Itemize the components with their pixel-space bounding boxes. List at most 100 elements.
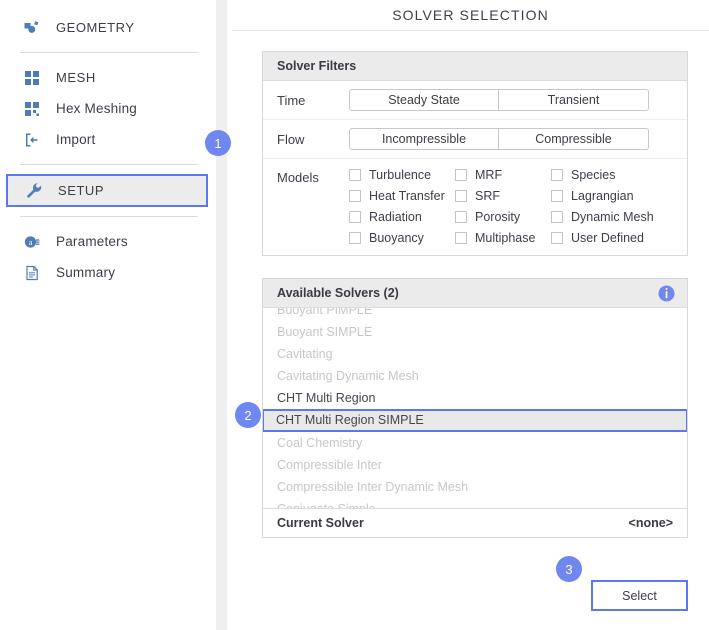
checkbox-box[interactable] bbox=[551, 232, 563, 244]
sidebar-item-summary[interactable]: Summary bbox=[6, 257, 206, 288]
scrollbar-track[interactable] bbox=[216, 0, 227, 630]
available-solvers-panel: Available Solvers (2) Buoyant PIMPLE Buo… bbox=[262, 278, 688, 538]
wrench-icon bbox=[22, 179, 46, 203]
sidebar-item-label: Parameters bbox=[56, 234, 128, 249]
sidebar-divider bbox=[20, 164, 198, 165]
step-badge-1: 1 bbox=[205, 130, 231, 156]
filter-label-models: Models bbox=[277, 170, 319, 185]
select-button-wrap: Select bbox=[591, 580, 688, 611]
info-icon[interactable] bbox=[658, 285, 675, 302]
solver-filters-header: Solver Filters bbox=[263, 52, 687, 81]
checkbox-box[interactable] bbox=[455, 169, 467, 181]
checkbox-turbulence[interactable]: Turbulence bbox=[349, 168, 455, 182]
filter-row-time: Time Steady State Transient bbox=[263, 81, 687, 120]
checkbox-box[interactable] bbox=[551, 211, 563, 223]
solver-list-item[interactable]: Conjugate Simple bbox=[263, 498, 687, 508]
sidebar-item-parameters[interactable]: a Parameters bbox=[6, 226, 206, 257]
checkbox-box[interactable] bbox=[455, 232, 467, 244]
checkbox-mrf[interactable]: MRF bbox=[455, 168, 551, 182]
checkbox-radiation[interactable]: Radiation bbox=[349, 210, 455, 224]
parameters-icon: a bbox=[20, 230, 44, 254]
content-pane: SOLVER SELECTION Solver Filters Time Ste… bbox=[232, 0, 709, 630]
sidebar-item-import[interactable]: Import bbox=[6, 124, 206, 155]
checkbox-label: Turbulence bbox=[369, 168, 432, 182]
checkbox-box[interactable] bbox=[349, 190, 361, 202]
checkbox-box[interactable] bbox=[551, 169, 563, 181]
solver-list-item[interactable]: Compressible Inter bbox=[263, 454, 687, 476]
checkbox-box[interactable] bbox=[455, 190, 467, 202]
checkbox-user-defined[interactable]: User Defined bbox=[551, 231, 654, 245]
solver-list-item[interactable]: Compressible Inter Dynamic Mesh bbox=[263, 476, 687, 498]
checkbox-box[interactable] bbox=[455, 211, 467, 223]
solver-list-item[interactable]: CHT Multi Region bbox=[263, 387, 687, 409]
time-segmented-control: Steady State Transient bbox=[349, 89, 649, 111]
checkbox-box[interactable] bbox=[349, 211, 361, 223]
flow-segmented-control: Incompressible Compressible bbox=[349, 128, 649, 150]
solver-list-item[interactable]: Cavitating Dynamic Mesh bbox=[263, 365, 687, 387]
solver-list-item[interactable]: Buoyant SIMPLE bbox=[263, 321, 687, 343]
available-solvers-header: Available Solvers (2) bbox=[263, 279, 687, 308]
sidebar-item-label: MESH bbox=[56, 70, 96, 85]
checkbox-label: Buoyancy bbox=[369, 231, 424, 245]
checkbox-multiphase[interactable]: Multiphase bbox=[455, 231, 551, 245]
checkbox-label: MRF bbox=[475, 168, 503, 182]
solver-list-item-selected[interactable]: CHT Multi Region SIMPLE bbox=[263, 409, 687, 432]
current-solver-label: Current Solver bbox=[277, 516, 364, 530]
geometry-icon bbox=[20, 16, 44, 40]
sidebar: GEOMETRY MESH Hex Meshing Import SETUP a… bbox=[0, 0, 212, 630]
page-title: SOLVER SELECTION bbox=[232, 0, 709, 31]
checkbox-species[interactable]: Species bbox=[551, 168, 654, 182]
checkbox-label: Dynamic Mesh bbox=[571, 210, 654, 224]
checkbox-label: Heat Transfer bbox=[369, 189, 445, 203]
solver-list-item[interactable]: Cavitating bbox=[263, 343, 687, 365]
step-badge-2: 2 bbox=[235, 402, 261, 428]
checkbox-buoyancy[interactable]: Buoyancy bbox=[349, 231, 455, 245]
mesh-icon bbox=[20, 66, 44, 90]
checkbox-srf[interactable]: SRF bbox=[455, 189, 551, 203]
checkbox-label: Lagrangian bbox=[571, 189, 634, 203]
sidebar-item-label: Import bbox=[56, 132, 96, 147]
checkbox-label: SRF bbox=[475, 189, 500, 203]
summary-icon bbox=[20, 261, 44, 285]
sidebar-item-label: SETUP bbox=[58, 183, 105, 198]
checkbox-box[interactable] bbox=[349, 232, 361, 244]
current-solver-value: <none> bbox=[628, 516, 673, 530]
time-option-transient[interactable]: Transient bbox=[499, 89, 649, 111]
checkbox-heat-transfer[interactable]: Heat Transfer bbox=[349, 189, 455, 203]
pane-divider bbox=[212, 0, 232, 630]
checkbox-label: Radiation bbox=[369, 210, 422, 224]
filter-label-time: Time bbox=[277, 92, 306, 108]
sidebar-item-label: Hex Meshing bbox=[56, 101, 137, 116]
solver-list-inner: Buoyant PIMPLE Buoyant SIMPLE Cavitating… bbox=[263, 308, 687, 508]
checkbox-label: Multiphase bbox=[475, 231, 536, 245]
checkbox-box[interactable] bbox=[349, 169, 361, 181]
solver-filters-panel: Solver Filters Time Steady State Transie… bbox=[262, 51, 688, 256]
checkbox-label: Porosity bbox=[475, 210, 521, 224]
sidebar-divider bbox=[20, 216, 198, 217]
flow-option-compressible[interactable]: Compressible bbox=[499, 128, 649, 150]
sidebar-item-label: GEOMETRY bbox=[56, 20, 135, 35]
sidebar-divider bbox=[20, 52, 198, 53]
sidebar-item-geometry[interactable]: GEOMETRY bbox=[6, 12, 206, 43]
flow-option-incompressible[interactable]: Incompressible bbox=[349, 128, 499, 150]
import-icon bbox=[20, 128, 44, 152]
sidebar-item-mesh[interactable]: MESH bbox=[6, 62, 206, 93]
checkbox-box[interactable] bbox=[551, 190, 563, 202]
checkbox-label: User Defined bbox=[571, 231, 644, 245]
svg-text:a: a bbox=[29, 238, 33, 247]
hex-meshing-icon bbox=[20, 97, 44, 121]
checkbox-label: Species bbox=[571, 168, 616, 182]
solver-list[interactable]: Buoyant PIMPLE Buoyant SIMPLE Cavitating… bbox=[263, 308, 687, 508]
sidebar-item-setup[interactable]: SETUP bbox=[6, 174, 208, 207]
solver-list-item[interactable]: Coal Chemistry bbox=[263, 432, 687, 454]
select-button[interactable]: Select bbox=[591, 580, 688, 611]
sidebar-item-label: Summary bbox=[56, 265, 116, 280]
time-option-steady-state[interactable]: Steady State bbox=[349, 89, 499, 111]
checkbox-porosity[interactable]: Porosity bbox=[455, 210, 551, 224]
models-checkbox-grid: Turbulence MRF Species Heat Transfer SRF… bbox=[349, 168, 654, 245]
checkbox-lagrangian[interactable]: Lagrangian bbox=[551, 189, 654, 203]
sidebar-item-hex-meshing[interactable]: Hex Meshing bbox=[6, 93, 206, 124]
solver-list-item[interactable]: Buoyant PIMPLE bbox=[263, 308, 687, 321]
checkbox-dynamic-mesh[interactable]: Dynamic Mesh bbox=[551, 210, 654, 224]
filter-row-flow: Flow Incompressible Compressible bbox=[263, 120, 687, 159]
